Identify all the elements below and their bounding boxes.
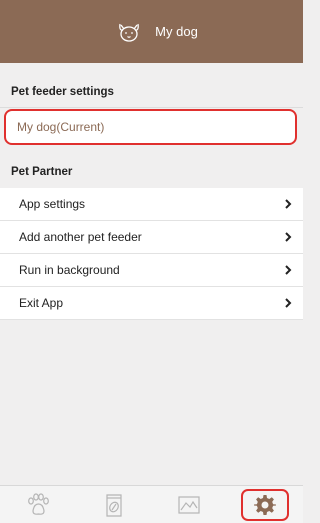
chevron-right-icon xyxy=(285,265,292,275)
section-heading-pet-feeder-settings: Pet feeder settings xyxy=(0,76,303,108)
menu-item-add-pet-feeder[interactable]: Add another pet feeder xyxy=(0,221,303,254)
food-bag-icon xyxy=(106,493,122,517)
dog-avatar-icon xyxy=(119,23,140,42)
current-dog-item[interactable]: My dog(Current) xyxy=(4,109,297,145)
section-heading-pet-partner: Pet Partner xyxy=(0,157,303,187)
gear-icon xyxy=(254,494,277,515)
menu-item-exit-app[interactable]: Exit App xyxy=(0,287,303,320)
menu-item-app-settings[interactable]: App settings xyxy=(0,188,303,221)
menu-item-label: Run in background xyxy=(19,263,120,277)
current-dog-label: My dog(Current) xyxy=(17,120,105,134)
header-content[interactable]: My dog xyxy=(117,21,198,43)
chart-icon xyxy=(178,495,200,514)
menu-item-label: Exit App xyxy=(19,296,64,310)
chevron-right-icon xyxy=(285,298,292,308)
chevron-right-icon xyxy=(285,232,292,242)
paw-icon xyxy=(27,492,49,515)
menu-item-label: Add another pet feeder xyxy=(19,230,142,244)
tab-pet[interactable] xyxy=(14,489,62,521)
chevron-right-icon xyxy=(285,199,292,209)
tab-statistics[interactable] xyxy=(165,489,213,521)
app-header: My dog xyxy=(0,0,303,63)
menu-item-run-in-background[interactable]: Run in background xyxy=(0,254,303,287)
bottom-nav xyxy=(0,485,303,523)
tab-food[interactable] xyxy=(90,489,138,521)
pet-partner-menu: App settings Add another pet feeder Run … xyxy=(0,188,303,320)
header-title: My dog xyxy=(155,24,198,39)
menu-item-label: App settings xyxy=(19,197,86,211)
tab-settings[interactable] xyxy=(241,488,290,521)
